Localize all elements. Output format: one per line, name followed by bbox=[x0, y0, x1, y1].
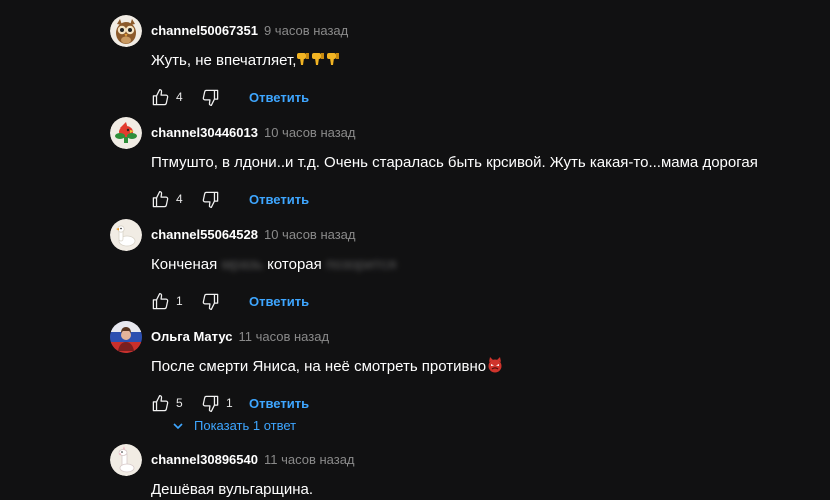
thumbs-down-icon bbox=[202, 395, 219, 412]
avatar-user-photo[interactable] bbox=[110, 321, 142, 353]
thumbs-down-icon bbox=[202, 89, 219, 106]
dislike-button[interactable] bbox=[201, 88, 249, 107]
comment-text-content: Птмушто, в лдони..и т.д. Очень старалась… bbox=[151, 154, 758, 171]
author-name[interactable]: channel50067351 bbox=[151, 23, 258, 38]
reply-button[interactable]: Ответить bbox=[249, 396, 309, 411]
parrot-icon bbox=[110, 117, 142, 149]
thumbs-down-emoji-icon bbox=[297, 52, 340, 73]
comment-text-content: Дешёвая вульгарщина. bbox=[151, 481, 314, 498]
like-button[interactable]: 4 bbox=[151, 190, 201, 209]
comment-text-part: Конченая bbox=[151, 256, 218, 273]
reply-button[interactable]: Ответить bbox=[249, 192, 309, 207]
thumbs-up-icon bbox=[152, 292, 169, 309]
comment-actions: 4 Ответить bbox=[151, 189, 309, 209]
comment-time[interactable]: 10 часов назад bbox=[264, 227, 356, 242]
dislike-button[interactable] bbox=[201, 292, 249, 311]
goose-icon bbox=[110, 219, 142, 251]
comment-meta: channel30896540 11 часов назад bbox=[151, 451, 355, 469]
author-name[interactable]: Ольга Матус bbox=[151, 329, 233, 344]
llama-icon bbox=[110, 444, 142, 476]
comment-text: Дешёвая вульгарщина. bbox=[151, 480, 313, 500]
comment-time[interactable]: 11 часов назад bbox=[239, 329, 330, 344]
comment-meta: Ольга Матус 11 часов назад bbox=[151, 328, 329, 346]
comment-meta: channel30446013 10 часов назад bbox=[151, 124, 355, 142]
avatar-parrot[interactable] bbox=[110, 117, 142, 149]
comment-text: Конченая мразь которая позорится bbox=[151, 255, 396, 275]
thumbs-up-icon bbox=[152, 394, 169, 411]
hidden-text: мразь bbox=[221, 256, 263, 273]
comment-meta: channel55064528 10 часов назад bbox=[151, 226, 355, 244]
thumbs-down-icon bbox=[202, 293, 219, 310]
avatar-llama[interactable] bbox=[110, 444, 142, 476]
dislike-button[interactable]: 1 bbox=[201, 394, 249, 413]
like-count: 4 bbox=[176, 192, 183, 206]
reply-button[interactable]: Ответить bbox=[249, 294, 309, 309]
comment-text-part: которая bbox=[267, 256, 322, 273]
dislike-button[interactable] bbox=[201, 190, 249, 209]
author-name[interactable]: channel30896540 bbox=[151, 452, 258, 467]
dislike-count: 1 bbox=[226, 396, 233, 410]
comment-text-content: После смерти Яниса, на неё смотреть прот… bbox=[151, 358, 487, 375]
avatar-goose[interactable] bbox=[110, 219, 142, 251]
like-count: 4 bbox=[176, 90, 183, 104]
author-name[interactable]: channel55064528 bbox=[151, 227, 258, 242]
thumbs-up-icon bbox=[152, 190, 169, 207]
comment-meta: channel50067351 9 часов назад bbox=[151, 22, 348, 40]
like-button[interactable]: 4 bbox=[151, 88, 201, 107]
user-photo-icon bbox=[110, 321, 142, 353]
hidden-text: позорится bbox=[325, 256, 397, 273]
thumbs-down-icon bbox=[202, 191, 219, 208]
chevron-down-icon bbox=[173, 422, 183, 429]
owl-icon bbox=[110, 15, 142, 47]
show-replies-label: Показать 1 ответ bbox=[194, 418, 297, 433]
author-name[interactable]: channel30446013 bbox=[151, 125, 258, 140]
comment-text: После смерти Яниса, на неё смотреть прот… bbox=[151, 357, 503, 379]
like-button[interactable]: 5 bbox=[151, 394, 201, 413]
comment-actions: 5 1 Ответить bbox=[151, 393, 309, 413]
comment-time[interactable]: 9 часов назад bbox=[264, 23, 348, 38]
comment-text: Птмушто, в лдони..и т.д. Очень старалась… bbox=[151, 153, 758, 173]
comment-time[interactable]: 11 часов назад bbox=[264, 452, 355, 467]
show-replies-button[interactable]: Показать 1 ответ bbox=[172, 418, 296, 433]
comments-list: channel50067351 9 часов назад Жуть, не вп… bbox=[0, 0, 830, 500]
comment-time[interactable]: 10 часов назад bbox=[264, 125, 356, 140]
angry-devil-emoji-icon bbox=[487, 357, 503, 379]
like-count: 1 bbox=[176, 294, 183, 308]
comment-actions: 4 Ответить bbox=[151, 87, 309, 107]
comment-text: Жуть, не впечатляет, bbox=[151, 51, 340, 73]
like-button[interactable]: 1 bbox=[151, 292, 201, 311]
thumbs-up-icon bbox=[152, 88, 169, 105]
reply-button[interactable]: Ответить bbox=[249, 90, 309, 105]
comment-text-content: Жуть, не впечатляет, bbox=[151, 52, 297, 69]
comment-actions: 1 Ответить bbox=[151, 291, 309, 311]
avatar-owl[interactable] bbox=[110, 15, 142, 47]
like-count: 5 bbox=[176, 396, 183, 410]
